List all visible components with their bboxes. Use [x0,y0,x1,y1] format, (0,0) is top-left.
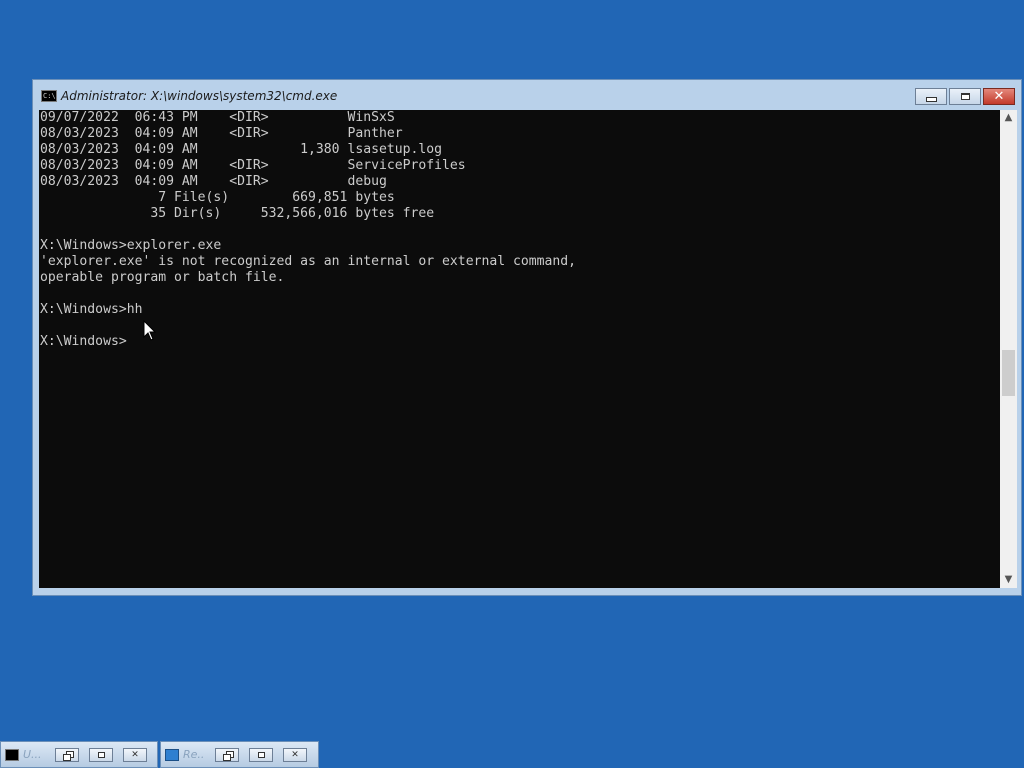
cmd-window: C:\ Administrator: X:\windows\system32\c… [32,79,1022,596]
console-line: operable program or batch file. [40,270,285,285]
console-line: 'explorer.exe' is not recognized as an i… [40,254,577,269]
title-bar[interactable]: C:\ Administrator: X:\windows\system32\c… [33,80,1021,110]
window-title: Administrator: X:\windows\system32\cmd.e… [61,89,338,103]
close-button[interactable]: ✕ [983,88,1015,105]
taskbar-close-button[interactable]: ✕ [123,747,147,762]
regedit-icon [165,748,179,761]
scroll-up-icon[interactable]: ▲ [1000,110,1017,126]
maximize-button[interactable] [949,88,981,105]
console-line: X:\Windows>hh [40,302,143,317]
console-line: 08/03/2023 04:09 AM <DIR> debug [40,174,387,189]
cmd-icon [5,748,19,761]
close-icon: ✕ [993,89,1005,104]
console-line: 08/03/2023 04:09 AM 1,380 lsasetup.log [40,142,443,157]
close-icon: ✕ [291,749,299,760]
cmd-icon[interactable]: C:\ [41,90,57,102]
taskbar-item-label: Re... [183,748,205,761]
taskbar-maximize-button[interactable] [89,747,113,762]
console-line [39,318,1000,334]
taskbar-restore-button[interactable] [215,747,239,762]
taskbar-item-label: U... [23,748,42,761]
console-output[interactable]: 09/07/2022 06:43 PM <DIR> WinSxS 08/03/2… [39,110,1000,588]
console-line [39,286,1000,302]
console-line: 08/03/2023 04:09 AM <DIR> Panther [40,126,403,141]
maximize-icon [257,751,265,758]
mouse-cursor-icon [143,320,157,341]
console-line [39,222,1000,238]
caption-buttons: ✕ [913,88,1015,106]
restore-icon [62,750,74,761]
taskbar-maximize-button[interactable] [249,747,273,762]
close-icon: ✕ [131,749,139,760]
vertical-scrollbar[interactable]: ▲ ▼ [1000,110,1017,588]
taskbar-restore-button[interactable] [55,747,79,762]
scroll-down-icon[interactable]: ▼ [1000,572,1017,588]
maximize-icon [97,751,105,758]
restore-icon [222,750,234,761]
minimize-button[interactable] [915,88,947,105]
taskbar-close-button[interactable]: ✕ [283,747,307,762]
console-line: 09/07/2022 06:43 PM <DIR> WinSxS [40,110,395,125]
taskbar-item-cmd[interactable]: U... ✕ [0,741,158,768]
minimize-icon [925,97,937,102]
console-line: 35 Dir(s) 532,566,016 bytes free [40,206,435,221]
maximize-icon [960,93,970,100]
console-line: 7 File(s) 669,851 bytes [40,190,395,205]
console-line: X:\Windows>explorer.exe [40,238,222,253]
console-prompt[interactable]: X:\Windows> [39,334,1000,350]
taskbar-item-regedit[interactable]: Re... ✕ [160,741,319,768]
console-line: 08/03/2023 04:09 AM <DIR> ServiceProfile… [40,158,466,173]
scroll-thumb[interactable] [1002,350,1015,396]
